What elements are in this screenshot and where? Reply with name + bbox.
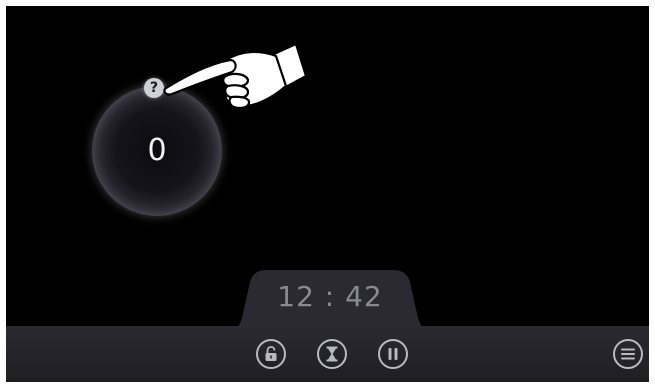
hourglass-button[interactable] <box>317 339 347 369</box>
hourglass-icon <box>326 346 338 362</box>
menu-icon <box>621 348 635 360</box>
bottom-toolbar <box>6 326 649 382</box>
screen: 0 ? 12 : 42 <box>6 6 649 382</box>
menu-button[interactable] <box>613 339 643 369</box>
pause-icon <box>388 348 398 360</box>
lock-button[interactable] <box>256 339 286 369</box>
pointing-hand-icon <box>163 42 308 110</box>
lock-icon <box>265 346 277 361</box>
pause-button[interactable] <box>378 339 408 369</box>
timer-display: 12 : 42 <box>277 280 383 313</box>
device-frame: 0 ? 12 : 42 <box>0 0 655 388</box>
